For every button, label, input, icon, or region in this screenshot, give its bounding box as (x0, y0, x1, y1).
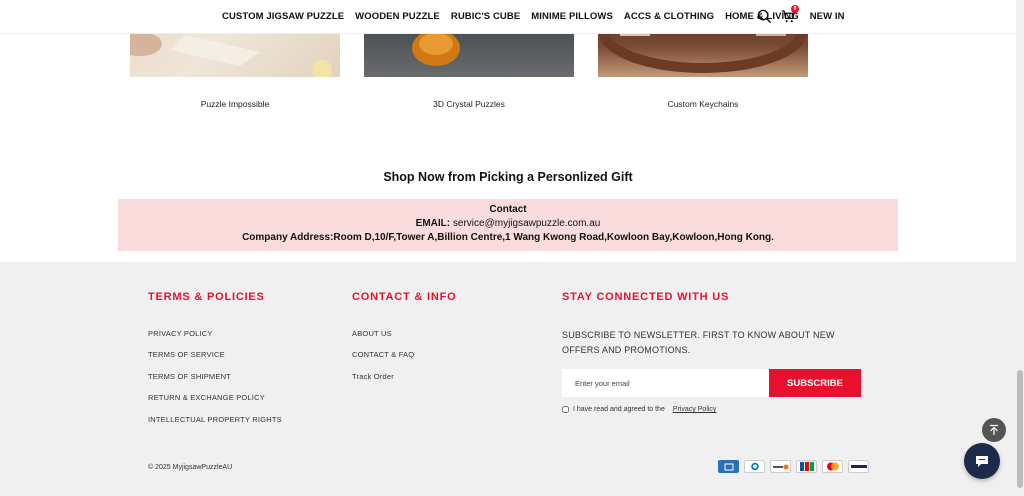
category-label-custom-keychains[interactable]: Custom Keychains (598, 99, 808, 109)
arrow-up-icon (990, 424, 998, 435)
shop-now-heading: Shop Now from Picking a Personlized Gift (383, 170, 633, 184)
email-label: EMAIL: (415, 218, 451, 229)
contact-email[interactable]: service@myjigsawpuzzle.com.au (453, 218, 600, 229)
terms-heading: TERMS & POLICIES (148, 291, 265, 303)
nav-rubics-cube[interactable]: RUBIC'S CUBE (451, 11, 520, 22)
jcb-icon (796, 460, 817, 473)
cart-count-badge: 0 (791, 5, 799, 13)
footer-link-terms-of-shipment[interactable]: TERMS OF SHIPMENT (148, 372, 231, 381)
footer-link-return-exchange-policy[interactable]: RETURN & EXCHANGE POLICY (148, 393, 265, 402)
contact-email-line: EMAIL: service@myjigsawpuzzle.com.au (118, 218, 898, 229)
footer-link-about-us[interactable]: ABOUT US (352, 329, 392, 338)
back-to-top-button[interactable] (982, 418, 1006, 442)
nav-accs-clothing[interactable]: ACCS & CLOTHING (624, 11, 714, 22)
search-icon[interactable] (757, 9, 773, 25)
scrollbar-thumb[interactable] (1017, 370, 1023, 488)
footer-link-contact-faq[interactable]: CONTACT & FAQ (352, 350, 414, 359)
nav-custom-jigsaw-puzzle[interactable]: CUSTOM JIGSAW PUZZLE (222, 11, 344, 22)
diners-club-icon (744, 460, 765, 473)
footer-link-privacy-policy[interactable]: PRIVACY POLICY (148, 329, 213, 338)
category-label-puzzle-impossible[interactable]: Puzzle Impossible (130, 99, 340, 109)
discover-icon (770, 460, 791, 473)
chat-bubble-icon (976, 456, 988, 467)
contact-info-heading: CONTACT & INFO (352, 291, 457, 303)
stay-connected-heading: STAY CONNECTED WITH US (562, 291, 730, 303)
privacy-agree-row: I have read and agreed to the Privacy Po… (562, 406, 716, 413)
nav-wooden-puzzle[interactable]: WOODEN PUZZLE (355, 11, 440, 22)
company-address: Company Address:Room D,10/F,Tower A,Bill… (242, 232, 774, 243)
nav-minime-pillows[interactable]: MINIME PILLOWS (531, 11, 613, 22)
chat-button[interactable] (964, 443, 1000, 479)
contact-title: Contact (489, 204, 527, 215)
contact-box: Contact EMAIL: service@myjigsawpuzzle.co… (118, 199, 898, 251)
footer-link-track-order[interactable]: Track Order (352, 372, 394, 381)
newsletter-email-input[interactable] (562, 369, 769, 397)
subscribe-button[interactable]: SUBSCRIBE (769, 369, 861, 397)
site-footer: TERMS & POLICIES PRIVACY POLICY TERMS OF… (0, 262, 1016, 496)
mastercard-icon (822, 460, 843, 473)
newsletter-description: SUBSCRIBE TO NEWSLETTER. FIRST TO KNOW A… (562, 330, 835, 355)
copyright-text: © 2025 MyjigsawPuzzleAU (148, 464, 233, 471)
footer-link-terms-of-service[interactable]: TERMS OF SERVICE (148, 350, 225, 359)
visa-icon (848, 460, 869, 473)
agree-text: I have read and agreed to the (573, 406, 665, 413)
main-nav: CUSTOM JIGSAW PUZZLE WOODEN PUZZLE RUBIC… (222, 11, 845, 22)
site-header: CUSTOM JIGSAW PUZZLE WOODEN PUZZLE RUBIC… (0, 0, 1016, 34)
amex-icon (718, 460, 739, 473)
nav-new-in[interactable]: NEW IN (810, 11, 845, 22)
payment-icons (718, 460, 869, 473)
privacy-agree-checkbox[interactable] (562, 406, 569, 413)
privacy-policy-link[interactable]: Privacy Policy (673, 406, 717, 413)
category-label-3d-crystal-puzzles[interactable]: 3D Crystal Puzzles (364, 99, 574, 109)
footer-link-intellectual-property-rights[interactable]: INTELLECTUAL PROPERTY RIGHTS (148, 415, 282, 424)
